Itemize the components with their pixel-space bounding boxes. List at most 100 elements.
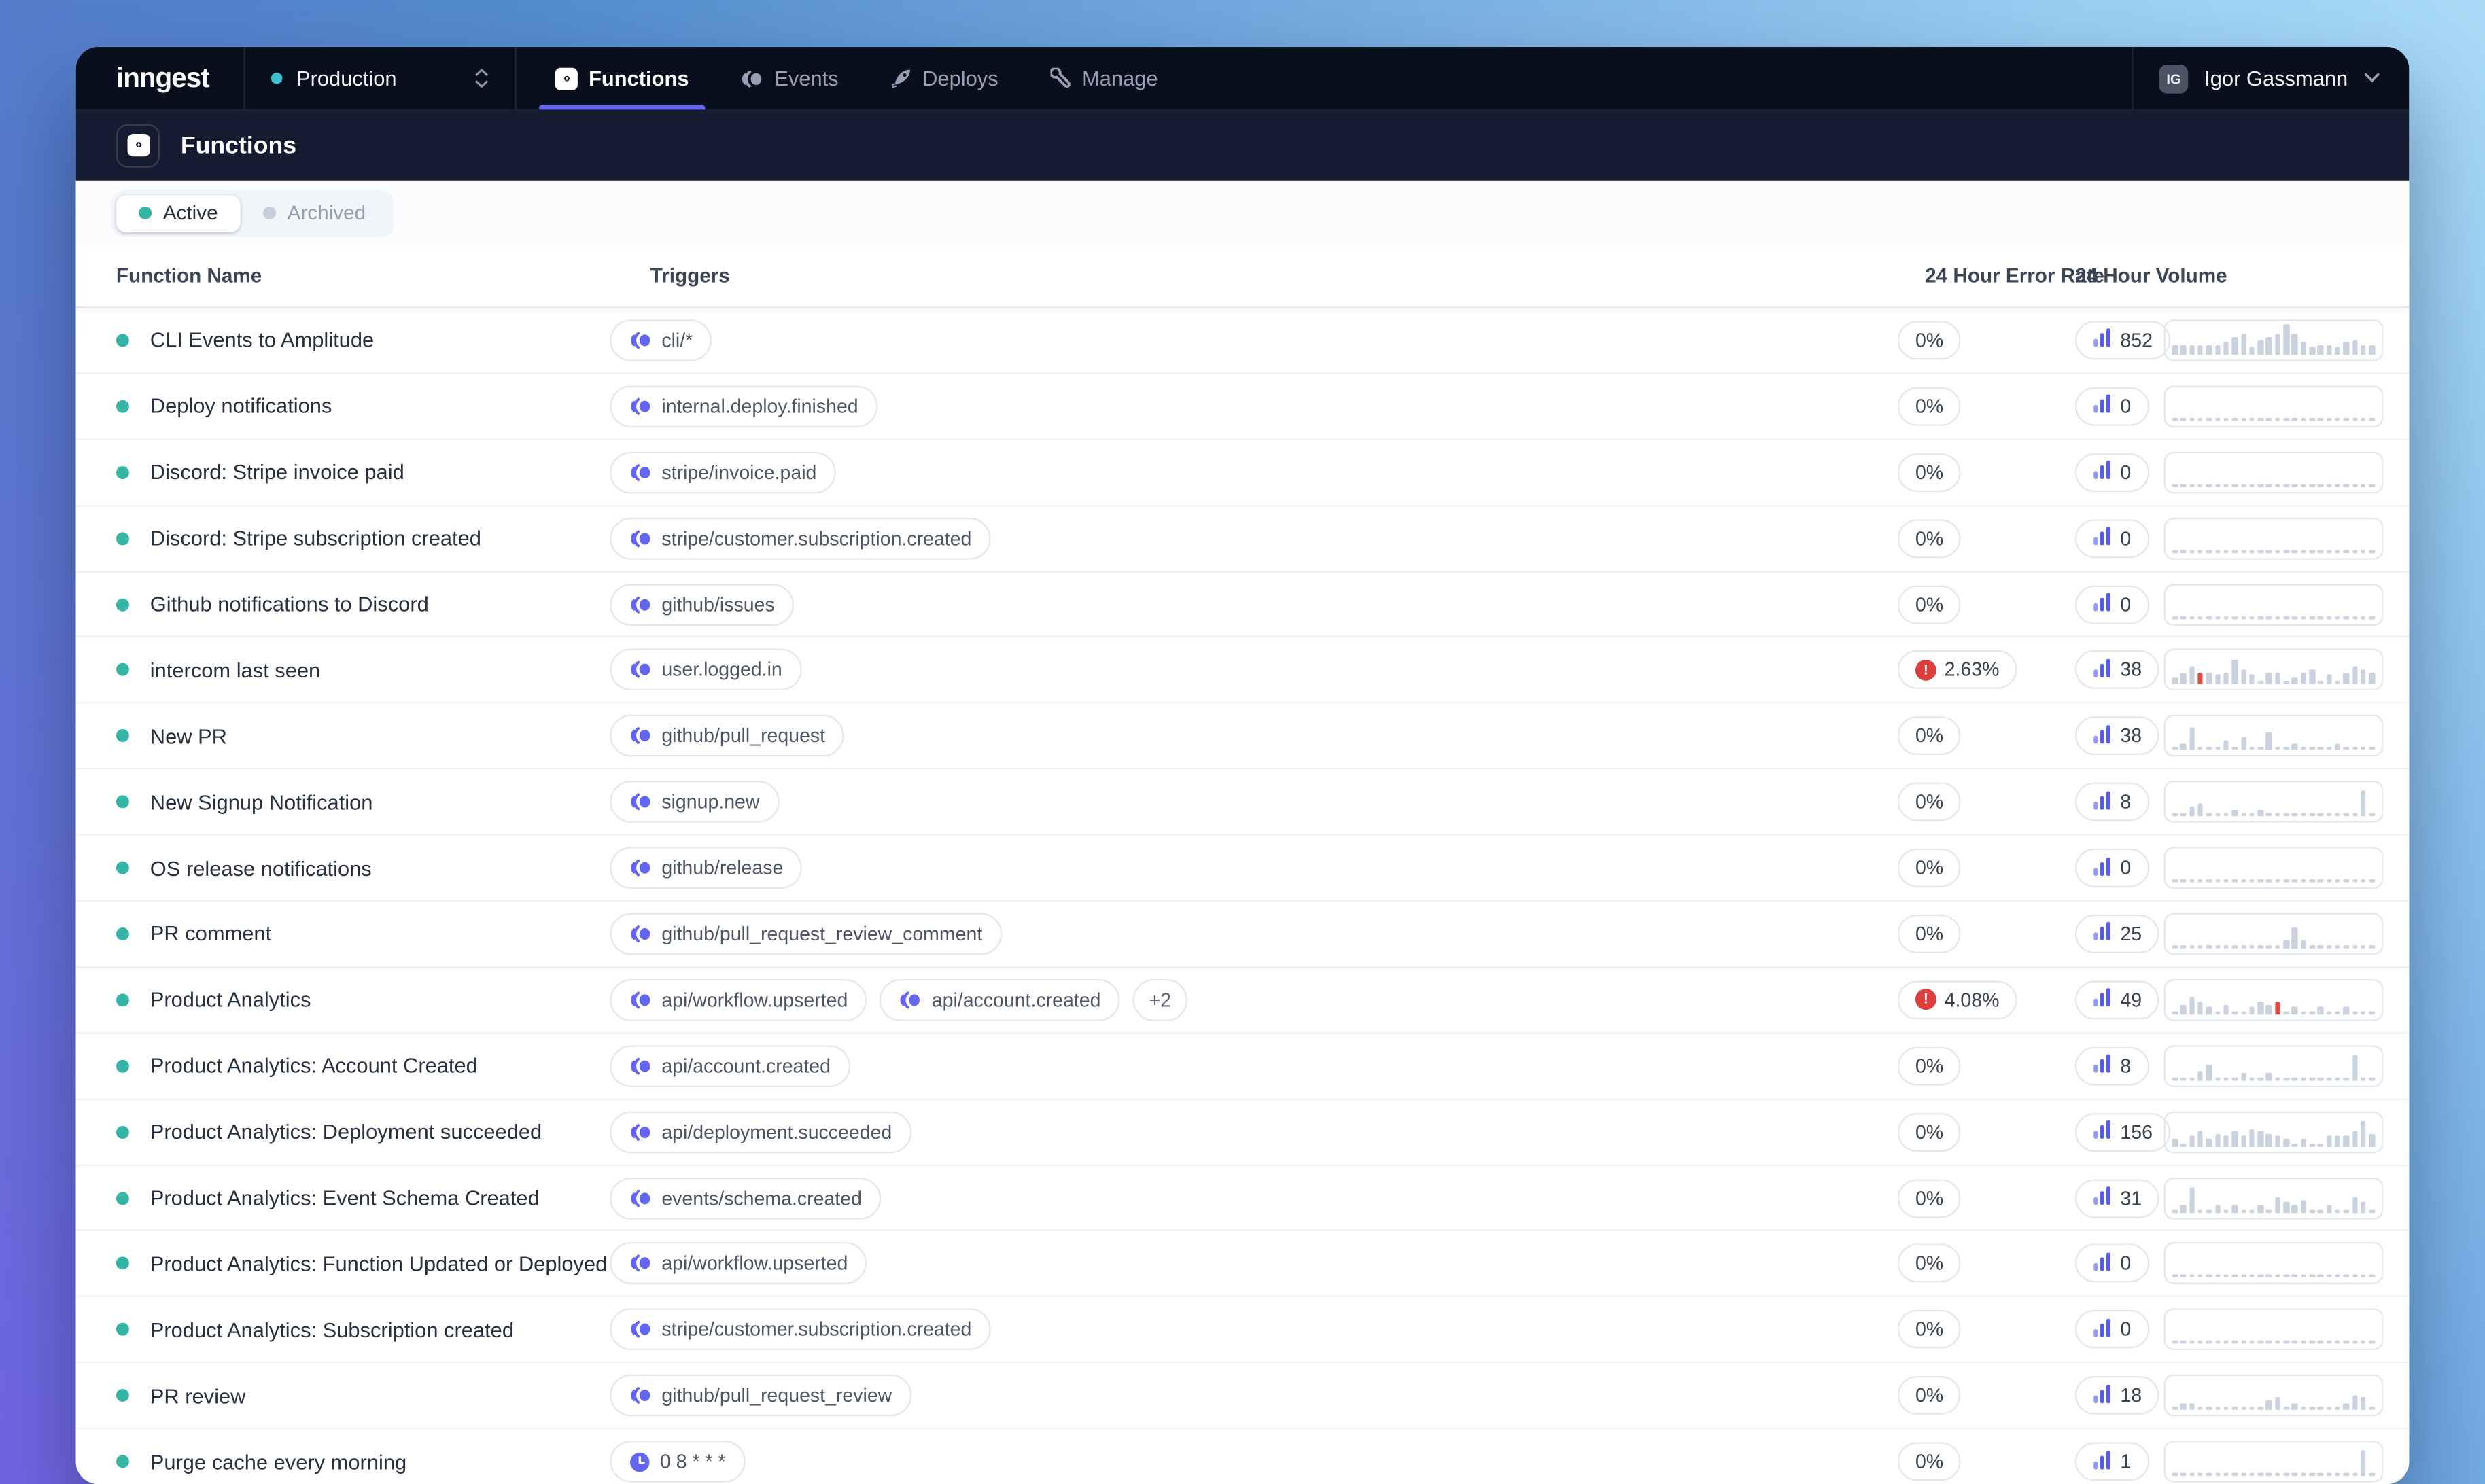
- function-status-dot: [116, 531, 129, 544]
- trigger-label: signup.new: [661, 791, 759, 813]
- volume-badge: 0: [2075, 519, 2149, 558]
- table-row[interactable]: Discord: Stripe subscription created str…: [76, 506, 2410, 572]
- trigger-label: user.logged.in: [661, 659, 782, 682]
- event-icon: [629, 1320, 652, 1339]
- error-rate-value: 0%: [1915, 593, 1943, 615]
- volume-cell: 0: [2075, 1244, 2164, 1283]
- event-trigger-badge: internal.deploy.finished: [610, 385, 877, 427]
- volume-badge: 25: [2075, 915, 2159, 953]
- trigger-label: github/pull_request_review_comment: [661, 923, 982, 945]
- table-row[interactable]: New PR github/pull_request 0% 38: [76, 704, 2410, 770]
- event-icon: [629, 397, 652, 416]
- error-rate-badge: !4.08%: [1898, 980, 2017, 1019]
- volume-sparkline: [2164, 451, 2384, 493]
- table-row[interactable]: OS release notifications github/release …: [76, 836, 2410, 902]
- error-rate-value: 0%: [1915, 857, 1943, 879]
- volume-cell: 0: [2075, 453, 2164, 491]
- filter-active-label: Active: [163, 202, 218, 224]
- function-name: Product Analytics: Account Created: [150, 1054, 478, 1078]
- user-menu[interactable]: IG Igor Gassmann: [2159, 64, 2380, 93]
- main-content: Active Archived Function Name Triggers 2…: [76, 181, 2410, 1484]
- function-status-dot: [116, 664, 129, 677]
- table-header: Function Name Triggers 24 Hour Error Rat…: [76, 245, 2410, 308]
- volume-sparkline: [2164, 583, 2384, 625]
- volume-badge: 8: [2075, 783, 2149, 822]
- table-row[interactable]: Purge cache every morning 0 8 * * * 0% 1: [76, 1430, 2410, 1484]
- event-trigger-badge: api/deployment.succeeded: [610, 1111, 911, 1153]
- volume-badge: 18: [2075, 1376, 2159, 1415]
- column-header-error-rate: 24 Hour Error Rate: [1898, 264, 2075, 287]
- event-trigger-badge: events/schema.created: [610, 1177, 881, 1219]
- table-row[interactable]: CLI Events to Amplitude cli/* 0% 852: [76, 308, 2410, 374]
- table-row[interactable]: Product Analytics: Event Schema Created …: [76, 1165, 2410, 1231]
- event-icon: [629, 726, 652, 745]
- event-trigger-badge: github/pull_request_review_comment: [610, 913, 1001, 955]
- error-rate-badge: 0%: [1898, 717, 1961, 756]
- table-row[interactable]: Deploy notifications internal.deploy.fin…: [76, 374, 2410, 440]
- table-row[interactable]: intercom last seen user.logged.in !2.63%…: [76, 638, 2410, 704]
- event-icon: [629, 1188, 652, 1207]
- filter-archived-button[interactable]: Archived: [241, 194, 389, 232]
- table-row[interactable]: Discord: Stripe invoice paid stripe/invo…: [76, 440, 2410, 506]
- table-row[interactable]: PR review github/pull_request_review 0% …: [76, 1364, 2410, 1430]
- table-row[interactable]: Github notifications to Discord github/i…: [76, 572, 2410, 638]
- archive-filter-toggle: Active Archived: [111, 190, 394, 236]
- table-row[interactable]: Product Analytics: Deployment succeeded …: [76, 1099, 2410, 1165]
- tab-events[interactable]: Events: [737, 47, 842, 110]
- table-row[interactable]: Product Analytics: Account Created api/a…: [76, 1034, 2410, 1099]
- bar-chart-icon: [2093, 1449, 2112, 1468]
- error-icon: !: [1915, 989, 1936, 1010]
- volume-badge: 38: [2075, 717, 2159, 756]
- tab-label: Functions: [589, 66, 689, 90]
- error-rate-badge: 0%: [1898, 1376, 1961, 1415]
- function-name-cell: CLI Events to Amplitude: [76, 328, 610, 353]
- nav-divider: [2132, 47, 2133, 110]
- table-row[interactable]: Product Analytics: Subscription created …: [76, 1298, 2410, 1364]
- event-trigger-badge: github/release: [610, 847, 802, 889]
- error-rate-badge: !2.63%: [1898, 651, 2017, 690]
- sparkline-cell: [2164, 649, 2410, 691]
- error-rate-cell: 0%: [1898, 1310, 2075, 1349]
- function-name-cell: Product Analytics: Account Created: [76, 1054, 610, 1078]
- chevron-down-icon: [2364, 73, 2380, 84]
- function-name: Discord: Stripe subscription created: [150, 526, 481, 550]
- triggers-cell: signup.new: [610, 781, 1897, 823]
- error-rate-value: 2.63%: [1945, 659, 2000, 682]
- event-trigger-badge: api/workflow.upserted: [610, 1243, 867, 1285]
- sparkline-cell: [2164, 451, 2410, 493]
- function-name-cell: Deploy notifications: [76, 394, 610, 419]
- tab-manage[interactable]: Manage: [1047, 47, 1162, 110]
- error-rate-cell: 0%: [1898, 1443, 2075, 1481]
- environment-selector[interactable]: Production: [271, 66, 489, 90]
- volume-value: 852: [2120, 329, 2153, 351]
- volume-sparkline: [2164, 715, 2384, 757]
- top-nav: inngest Production ‹›Functions Events Depl…: [76, 47, 2410, 110]
- column-header-volume: 24 Hour Volume: [2075, 264, 2164, 287]
- function-name-cell: PR review: [76, 1383, 610, 1408]
- tab-functions[interactable]: ‹›Functions: [551, 47, 692, 110]
- tab-label: Events: [774, 66, 838, 90]
- volume-cell: 18: [2075, 1376, 2164, 1415]
- volume-badge: 49: [2075, 980, 2159, 1019]
- event-trigger-badge: github/pull_request: [610, 715, 844, 757]
- event-trigger-badge: signup.new: [610, 781, 779, 823]
- event-trigger-badge: github/issues: [610, 583, 794, 625]
- triggers-cell: user.logged.in: [610, 649, 1897, 691]
- volume-value: 38: [2120, 725, 2142, 747]
- event-icon: [899, 990, 922, 1009]
- triggers-cell: github/pull_request_review: [610, 1375, 1897, 1417]
- table-row[interactable]: Product Analytics: Function Updated or D…: [76, 1231, 2410, 1297]
- inngest-logo[interactable]: inngest: [116, 65, 209, 92]
- sparkline-cell: [2164, 781, 2410, 823]
- table-row[interactable]: PR comment github/pull_request_review_co…: [76, 902, 2410, 968]
- bar-chart-icon: [2093, 724, 2112, 743]
- volume-cell: 38: [2075, 717, 2164, 756]
- volume-badge: 156: [2075, 1112, 2170, 1151]
- table-row[interactable]: Product Analytics api/workflow.upserteda…: [76, 968, 2410, 1034]
- bar-chart-icon: [2093, 922, 2112, 941]
- filter-active-button[interactable]: Active: [116, 194, 241, 232]
- table-row[interactable]: New Signup Notification signup.new 0% 8: [76, 770, 2410, 836]
- bar-chart-icon: [2093, 526, 2112, 545]
- volume-value: 1: [2120, 1450, 2131, 1472]
- tab-deploys[interactable]: Deploys: [887, 47, 1001, 110]
